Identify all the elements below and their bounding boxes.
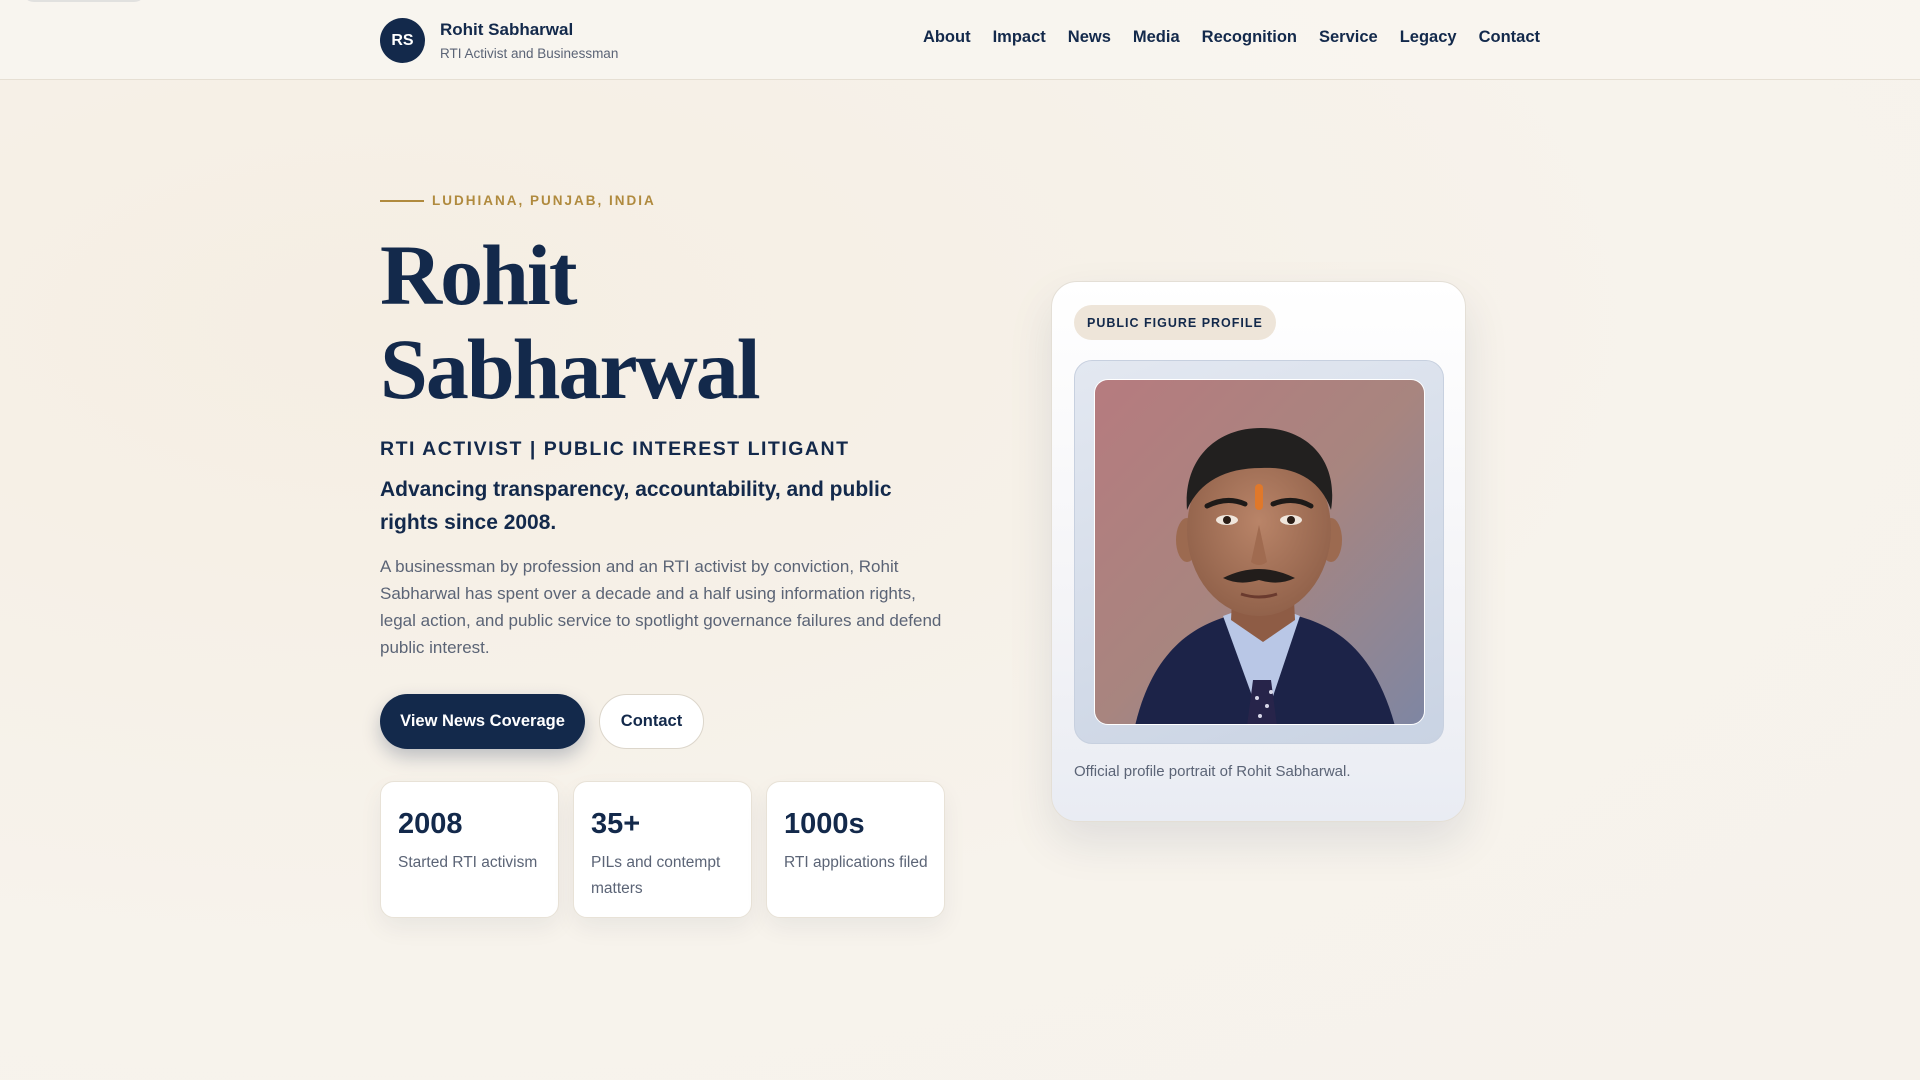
- nav-news[interactable]: News: [1068, 28, 1111, 47]
- view-news-button[interactable]: View News Coverage: [380, 694, 585, 749]
- hero-role: RTI ACTIVIST | PUBLIC INTEREST LITIGANT: [380, 438, 850, 460]
- brand-avatar: RS: [380, 18, 425, 63]
- hero-title-last: Sabharwal: [380, 321, 761, 417]
- portrait-image: [1094, 379, 1425, 725]
- main-nav: About Impact News Media Recognition Serv…: [923, 28, 1540, 47]
- stat-card: 1000s RTI applications filed: [766, 781, 945, 918]
- location-eyebrow: LUDHIANA, PUNJAB, INDIA: [380, 193, 656, 208]
- nav-service[interactable]: Service: [1319, 28, 1378, 47]
- portrait-frame: [1074, 360, 1444, 744]
- hero-title-first: Rohit: [380, 227, 577, 323]
- stat-label: RTI applications filed: [784, 854, 928, 871]
- nav-impact[interactable]: Impact: [993, 28, 1046, 47]
- profile-card: PUBLIC FIGURE PROFILE Official profile p…: [1051, 281, 1466, 822]
- nav-recognition[interactable]: Recognition: [1202, 28, 1297, 47]
- stat-label: Started RTI activism: [398, 854, 538, 871]
- location-text: LUDHIANA, PUNJAB, INDIA: [432, 193, 656, 208]
- nav-media[interactable]: Media: [1133, 28, 1180, 47]
- stats-row: 2008 Started RTI activism 35+ PILs and c…: [380, 781, 945, 918]
- stat-value: 2008: [398, 808, 463, 840]
- nav-legacy[interactable]: Legacy: [1400, 28, 1457, 47]
- contact-button[interactable]: Contact: [599, 694, 704, 749]
- hero-title: Rohit Sabharwal: [380, 228, 940, 416]
- nav-contact[interactable]: Contact: [1479, 28, 1540, 47]
- nav-about[interactable]: About: [923, 28, 971, 47]
- stat-card: 35+ PILs and contempt matters: [573, 781, 752, 918]
- eyebrow-divider: [380, 199, 424, 202]
- profile-badge: PUBLIC FIGURE PROFILE: [1074, 305, 1276, 340]
- brand-subtitle: RTI Activist and Businessman: [440, 46, 619, 61]
- portrait-caption: Official profile portrait of Rohit Sabha…: [1074, 763, 1351, 780]
- stat-card: 2008 Started RTI activism: [380, 781, 559, 918]
- hero-tagline: Advancing transparency, accountability, …: [380, 478, 892, 534]
- stat-label: PILs and contempt matters: [591, 854, 721, 897]
- hero-description: A businessman by profession and an RTI a…: [380, 557, 942, 657]
- site-header: RS Rohit Sabharwal RTI Activist and Busi…: [0, 0, 1920, 80]
- brand-text: Rohit Sabharwal RTI Activist and Busines…: [440, 20, 618, 61]
- stat-value: 1000s: [784, 808, 865, 840]
- brand-name: Rohit Sabharwal: [440, 20, 574, 39]
- stat-value: 35+: [591, 808, 641, 840]
- brand[interactable]: RS Rohit Sabharwal RTI Activist and Busi…: [380, 18, 618, 63]
